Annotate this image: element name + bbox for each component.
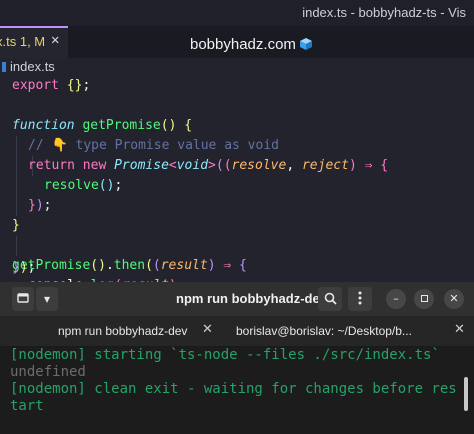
close-icon: ✕: [449, 292, 459, 305]
watermark: bobbyhadz.com: [190, 36, 313, 53]
new-tab-button[interactable]: [12, 287, 34, 311]
terminal-line: [nodemon] clean exit - waiting for chang…: [10, 381, 457, 414]
code-line-12: });: [12, 260, 36, 275]
code-line-6: resolve();: [44, 178, 123, 193]
code-line-1: export {};: [12, 78, 91, 93]
typescript-file-icon: [2, 62, 6, 72]
indent-guide: [16, 236, 17, 256]
search-button[interactable]: [318, 287, 342, 311]
terminal-window: ▾ npm run bobbyhadz-dev – ✕ npm run bobb…: [0, 282, 474, 434]
terminal-tab-bar: npm run bobbyhadz-dev ✕ borislav@borisla…: [0, 316, 474, 347]
window-titlebar: index.ts - bobbyhadz-ts - Vis: [0, 0, 474, 26]
maximize-button[interactable]: [414, 289, 434, 309]
terminal-tab-label: borislav@borislav: ~/Desktop/b...: [236, 324, 412, 338]
close-window-button[interactable]: ✕: [444, 289, 464, 309]
chevron-down-icon: ▾: [43, 292, 51, 306]
minimize-button[interactable]: –: [386, 289, 406, 309]
menu-button[interactable]: [348, 287, 372, 311]
kebab-menu-icon: [358, 291, 362, 305]
watermark-text: bobbyhadz.com: [190, 36, 296, 53]
minimize-icon: –: [393, 292, 399, 305]
terminal-tab-1[interactable]: npm run bobbyhadz-dev ✕: [0, 316, 222, 346]
terminal-tab-label: npm run bobbyhadz-dev: [58, 324, 188, 338]
search-icon: [324, 292, 337, 305]
breadcrumb-file[interactable]: index.ts: [10, 59, 55, 74]
close-icon[interactable]: ✕: [454, 322, 465, 337]
code-line-8: }: [12, 218, 20, 233]
code-line-5: return new Promise<void>((resolve, rejec…: [28, 158, 389, 173]
tab-menu-button[interactable]: ▾: [36, 287, 58, 311]
terminal-header: ▾ npm run bobbyhadz-dev – ✕: [0, 282, 474, 316]
terminal-scrollbar[interactable]: [464, 377, 468, 411]
window-title: index.ts - bobbyhadz-ts - Vis: [302, 5, 466, 20]
terminal-line: undefined: [10, 364, 86, 380]
maximize-icon: [420, 295, 428, 302]
terminal-line: [nodemon] starting `ts-node --files ./sr…: [10, 347, 440, 363]
cube-icon: [299, 38, 312, 50]
terminal-tab-2[interactable]: borislav@borislav: ~/Desktop/b... ✕: [224, 316, 474, 346]
code-line-10: getPromise().then((result) ⇒ {: [12, 258, 247, 273]
indent-guide: [16, 136, 17, 216]
code-line-3: function getPromise() {: [12, 118, 193, 133]
terminal-title: npm run bobbyhadz-dev: [176, 291, 327, 306]
breadcrumb[interactable]: index.ts: [0, 58, 474, 76]
close-icon[interactable]: ✕: [51, 32, 59, 48]
code-line-4: // 👇 type Promise value as void: [28, 138, 279, 153]
code-editor[interactable]: export {}; function getPromise() { // 👇 …: [0, 76, 474, 293]
terminal-icon: [17, 293, 29, 303]
close-icon[interactable]: ✕: [202, 322, 213, 337]
terminal-output[interactable]: [nodemon] starting `ts-node --files ./sr…: [0, 347, 474, 434]
editor-tab-label: x.ts 1, M: [0, 34, 46, 49]
editor-tab-index-ts[interactable]: x.ts 1, M ✕: [0, 26, 68, 58]
code-line-7: });: [28, 198, 52, 213]
